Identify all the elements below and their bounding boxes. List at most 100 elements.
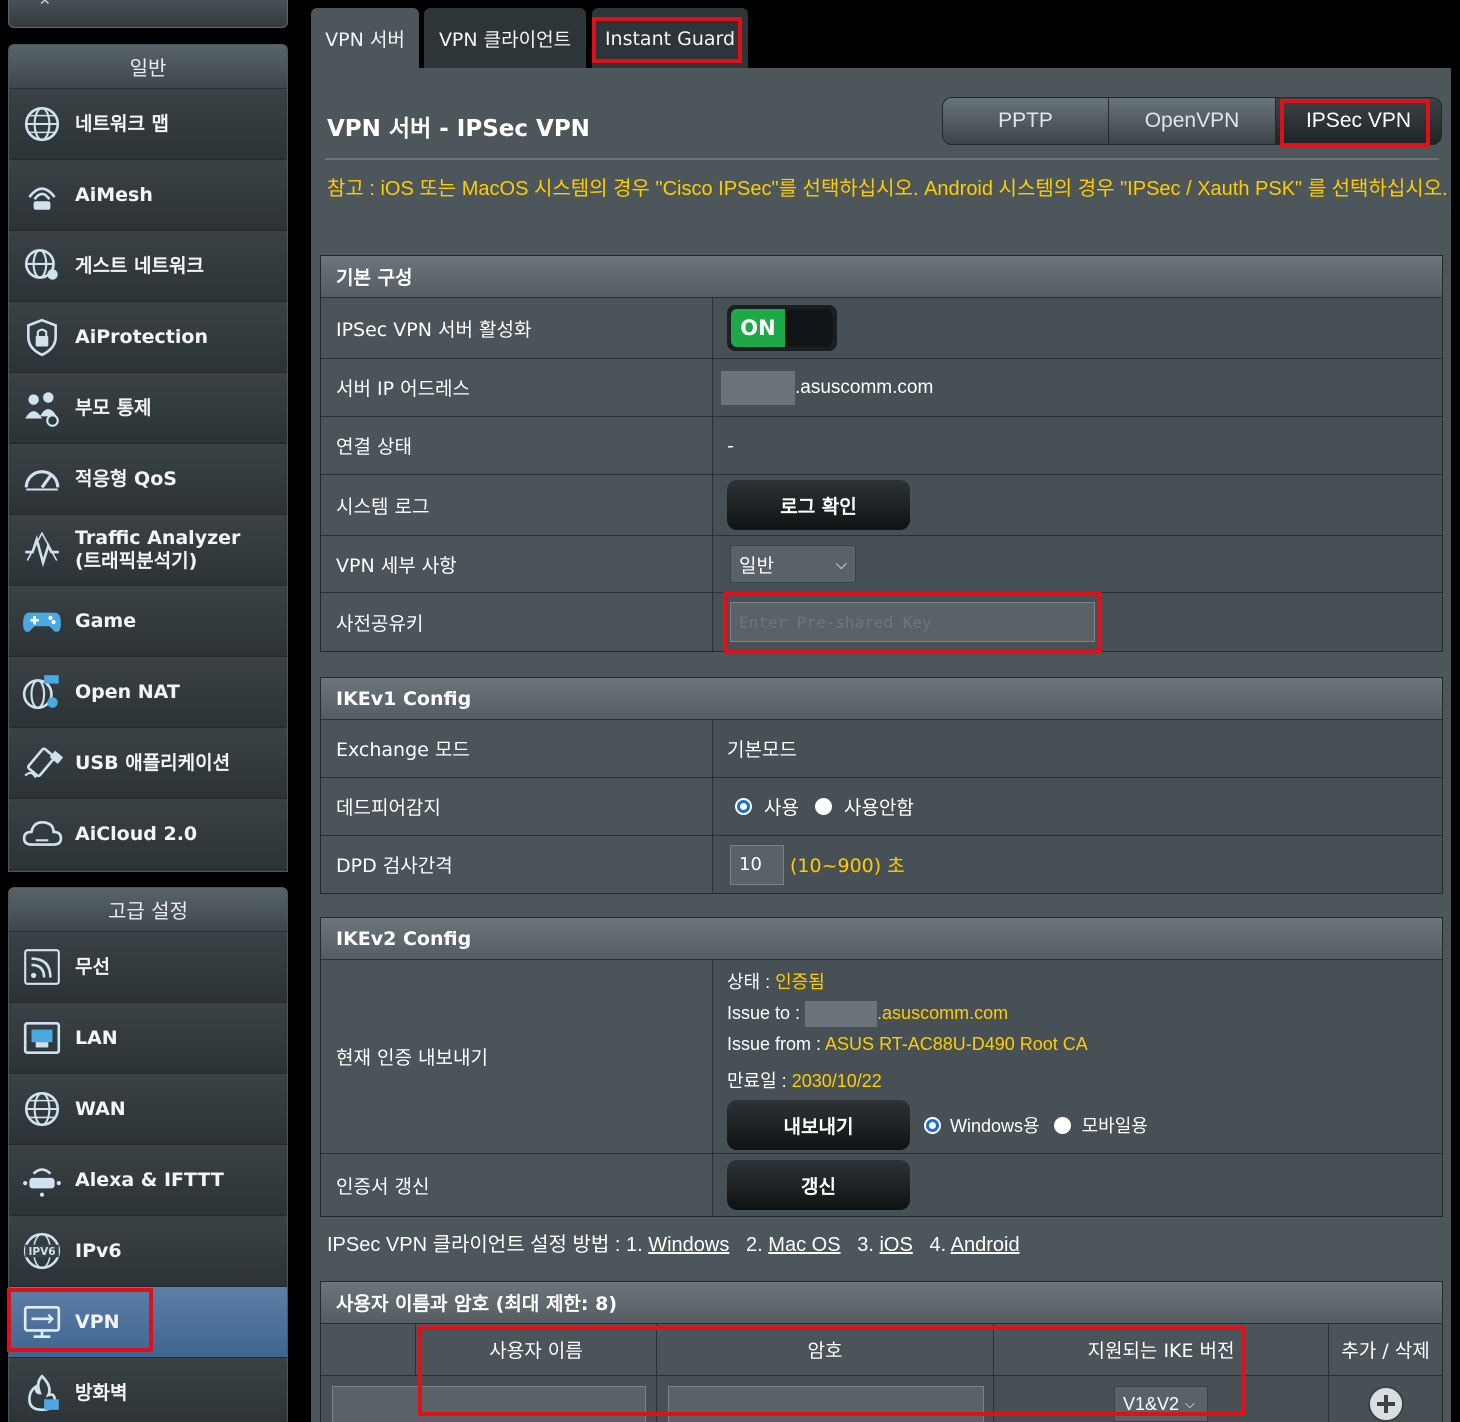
interval-cell: 10 (10~900) 초 xyxy=(713,836,1442,893)
sidebar-item-label: AiCloud 2.0 xyxy=(75,822,198,845)
tab-vpn-server[interactable]: VPN 서버 xyxy=(311,8,419,69)
toggle-on-label: ON xyxy=(731,309,785,347)
export-mobile-radio[interactable] xyxy=(1053,1116,1071,1134)
protocol-tab-ipsec[interactable]: IPSec VPN xyxy=(1275,97,1442,145)
add-user-icon[interactable] xyxy=(1366,1384,1406,1422)
dpd-on-radio[interactable] xyxy=(735,798,752,815)
ike-version-value: V1&V2 xyxy=(1123,1393,1180,1414)
cert-issue-from: Issue from : ASUS RT-AC88U-D490 Root CA xyxy=(727,1034,1088,1054)
syslog-cell: 로그 확인 xyxy=(713,475,1442,535)
redacted-hostname xyxy=(805,1001,878,1027)
cert-status: 상태 : 인증됨 xyxy=(727,972,825,992)
export-mobile-label: 모바일용 xyxy=(1081,1116,1148,1136)
dpd-off-radio[interactable] xyxy=(814,798,832,815)
sidebar-item-label: 무선 xyxy=(75,955,110,978)
sidebar-item-label: IPv6 xyxy=(75,1239,122,1262)
sidebar-item-vpn[interactable]: VPN xyxy=(9,1287,287,1358)
username-input[interactable] xyxy=(332,1386,646,1422)
basic-config-header: 기본 구성 xyxy=(321,256,1442,298)
alexa-icon xyxy=(9,1145,75,1216)
sidebar-item-parental-control[interactable]: 부모 통제 xyxy=(9,373,287,444)
export-windows-label: Windows용 xyxy=(950,1116,1040,1136)
howto-android-link[interactable]: Android xyxy=(951,1234,1020,1256)
export-cell: 상태 : 인증됨 Issue to : .asuscomm.com Issue … xyxy=(713,960,1442,1153)
howto-windows-link[interactable]: Windows xyxy=(648,1234,729,1256)
sidebar-item-adaptive-qos[interactable]: 적응형 QoS xyxy=(9,444,287,515)
sidebar-item-label: Open NAT xyxy=(75,680,180,703)
sidebar-item-label: AiProtection xyxy=(75,325,208,348)
psk-input[interactable]: Enter Pre-shared Key xyxy=(730,602,1095,642)
lan-icon xyxy=(9,1003,75,1074)
sidebar-item-guest-network[interactable]: 게스트 네트워크 xyxy=(9,231,287,302)
cloud-icon xyxy=(9,799,75,870)
server-ip-value: .asuscomm.com xyxy=(713,359,1442,416)
protocol-tab-pptp[interactable]: PPTP xyxy=(942,97,1109,145)
globe-icon xyxy=(9,1074,75,1145)
sidebar-advanced-header: 고급 설정 xyxy=(9,888,287,932)
dpd-off-label: 사용안함 xyxy=(843,797,914,819)
sidebar-item-alexa-ifttt[interactable]: Alexa & IFTTT xyxy=(9,1145,287,1216)
sidebar-item-aicloud[interactable]: AiCloud 2.0 xyxy=(9,799,287,870)
gauge-icon xyxy=(9,444,75,515)
col-username: 사용자 이름 xyxy=(416,1324,657,1375)
sidebar-item-open-nat[interactable]: Open NAT xyxy=(9,657,287,728)
export-button[interactable]: 내보내기 xyxy=(727,1100,910,1150)
syslog-label: 시스템 로그 xyxy=(321,475,713,535)
sidebar-item-lan[interactable]: LAN xyxy=(9,1003,287,1074)
cert-issue-to: Issue to : .asuscomm.com xyxy=(727,1001,1008,1034)
sidebar-advanced-section: 고급 설정 무선 LAN WAN Alexa & IFTTT IPV6 IPv6 xyxy=(8,887,288,1422)
sidebar-item-label: USB 애플리케이션 xyxy=(75,751,231,774)
sidebar-item-label: 부모 통제 xyxy=(75,396,152,419)
howto-ios-link[interactable]: iOS xyxy=(879,1234,912,1256)
aimesh-icon xyxy=(9,160,75,231)
vpn-detail-select[interactable]: 일반 ⌵ xyxy=(730,545,856,583)
dpd-label: 데드피어감지 xyxy=(321,778,713,835)
firewall-icon xyxy=(9,1358,75,1422)
sidebar-item-label: Game xyxy=(75,609,137,632)
guest-network-icon xyxy=(9,231,75,302)
protocol-tab-openvpn[interactable]: OpenVPN xyxy=(1108,97,1276,145)
export-windows-radio[interactable] xyxy=(924,1116,941,1134)
ike-version-select[interactable]: V1&V2 ⌵ xyxy=(1114,1386,1208,1422)
sidebar-item-network-map[interactable]: 네트워크 맵 xyxy=(9,89,287,160)
parental-control-icon xyxy=(9,373,75,444)
ikev2-table: IKEv2 Config 현재 인증 내보내기 상태 : 인증됨 Issue t… xyxy=(320,917,1443,1217)
users-header: 사용자 이름과 암호 (최대 제한: 8) xyxy=(321,1282,1442,1324)
psk-label: 사전공유키 xyxy=(321,593,713,651)
sidebar-item-ipv6[interactable]: IPV6 IPv6 xyxy=(9,1216,287,1287)
network-map-icon xyxy=(9,89,75,160)
view-log-button[interactable]: 로그 확인 xyxy=(727,480,910,530)
sidebar-item-usb-application[interactable]: USB 애플리케이션 xyxy=(9,728,287,799)
ipsec-enable-toggle[interactable]: ON xyxy=(727,305,837,351)
sidebar-item-wan[interactable]: WAN xyxy=(9,1074,287,1145)
chevron-down-icon: ⌵ xyxy=(835,555,847,573)
row-conn-state: 연결 상태 - xyxy=(321,417,1442,475)
password-input[interactable] xyxy=(668,1386,984,1422)
sidebar-item-traffic-analyzer[interactable]: Traffic Analyzer (트래픽분석기) xyxy=(9,515,287,586)
open-nat-icon xyxy=(9,657,75,728)
row-dpd: 데드피어감지 사용 사용안함 xyxy=(321,778,1442,836)
tab-vpn-client[interactable]: VPN 클라이언트 xyxy=(424,8,586,69)
vpn-icon xyxy=(9,1287,75,1358)
toggle-knob xyxy=(785,309,833,347)
enable-cell: ON xyxy=(713,298,1442,358)
sidebar-item-label: Traffic Analyzer (트래픽분석기) xyxy=(75,527,241,572)
tab-instant-guard[interactable]: Instant Guard xyxy=(592,8,748,69)
usb-icon xyxy=(9,728,75,799)
note-text: 참고 : iOS 또는 MacOS 시스템의 경우 "Cisco IPSec"를… xyxy=(327,178,1448,200)
ipv6-icon: IPV6 xyxy=(9,1216,75,1287)
sidebar-item-game[interactable]: Game xyxy=(9,586,287,657)
interval-label: DPD 검사간격 xyxy=(321,836,713,893)
sidebar-item-label: WAN xyxy=(75,1097,126,1120)
row-enable: IPSec VPN 서버 활성화 ON xyxy=(321,298,1442,359)
vpn-detail-value: 일반 xyxy=(739,554,774,577)
howto-macos-link[interactable]: Mac OS xyxy=(768,1234,840,1256)
sidebar-top-item[interactable]: ✕ xyxy=(8,0,288,28)
row-exchange: Exchange 모드 기본모드 xyxy=(321,720,1442,778)
sidebar-item-aiprotection[interactable]: AiProtection xyxy=(9,302,287,373)
dpd-interval-input[interactable]: 10 xyxy=(730,844,784,885)
sidebar-item-aimesh[interactable]: AiMesh xyxy=(9,160,287,231)
sidebar-item-wireless[interactable]: 무선 xyxy=(9,932,287,1003)
renew-button[interactable]: 갱신 xyxy=(727,1160,910,1210)
sidebar-item-firewall[interactable]: 방화벽 xyxy=(9,1358,287,1422)
